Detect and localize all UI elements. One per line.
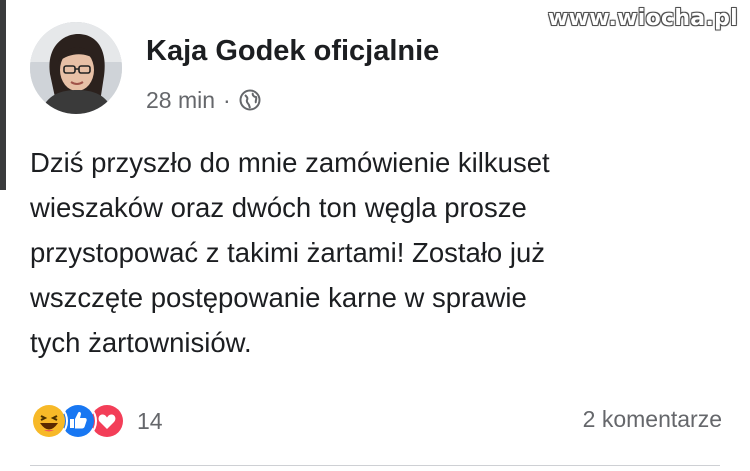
avatar[interactable]: [30, 22, 122, 114]
post-text-line: Dziś przyszło do mnie zamówienie kilkuse…: [30, 147, 550, 178]
post-text-line: wszczęte postępowanie karne w sprawie: [30, 282, 527, 313]
reactions-summary[interactable]: 14: [30, 402, 163, 440]
reaction-count: 14: [137, 407, 163, 434]
globe-icon: [239, 89, 261, 111]
left-edge-bar: [0, 0, 6, 190]
post-text: Dziś przyszło do mnie zamówienie kilkuse…: [30, 140, 710, 365]
post-meta: 28 min ·: [146, 85, 261, 115]
post-header: Kaja Godek oficjalnie 28 min ·: [30, 22, 630, 118]
haha-icon: [30, 402, 68, 440]
footer-divider: [30, 465, 720, 466]
avatar-image: [30, 22, 122, 114]
author-name[interactable]: Kaja Godek oficjalnie: [146, 35, 439, 68]
post-text-line: wieszaków oraz dwóch ton węgla prosze: [30, 192, 527, 223]
post-text-line: tych żartownisiów.: [30, 327, 252, 358]
post-footer: 14 2 komentarze: [30, 400, 722, 440]
post-time[interactable]: 28 min: [146, 87, 215, 114]
meta-separator: ·: [223, 86, 231, 113]
comments-link[interactable]: 2 komentarze: [583, 406, 722, 433]
post-text-line: przystopować z takimi żartami! Zostało j…: [30, 237, 546, 268]
